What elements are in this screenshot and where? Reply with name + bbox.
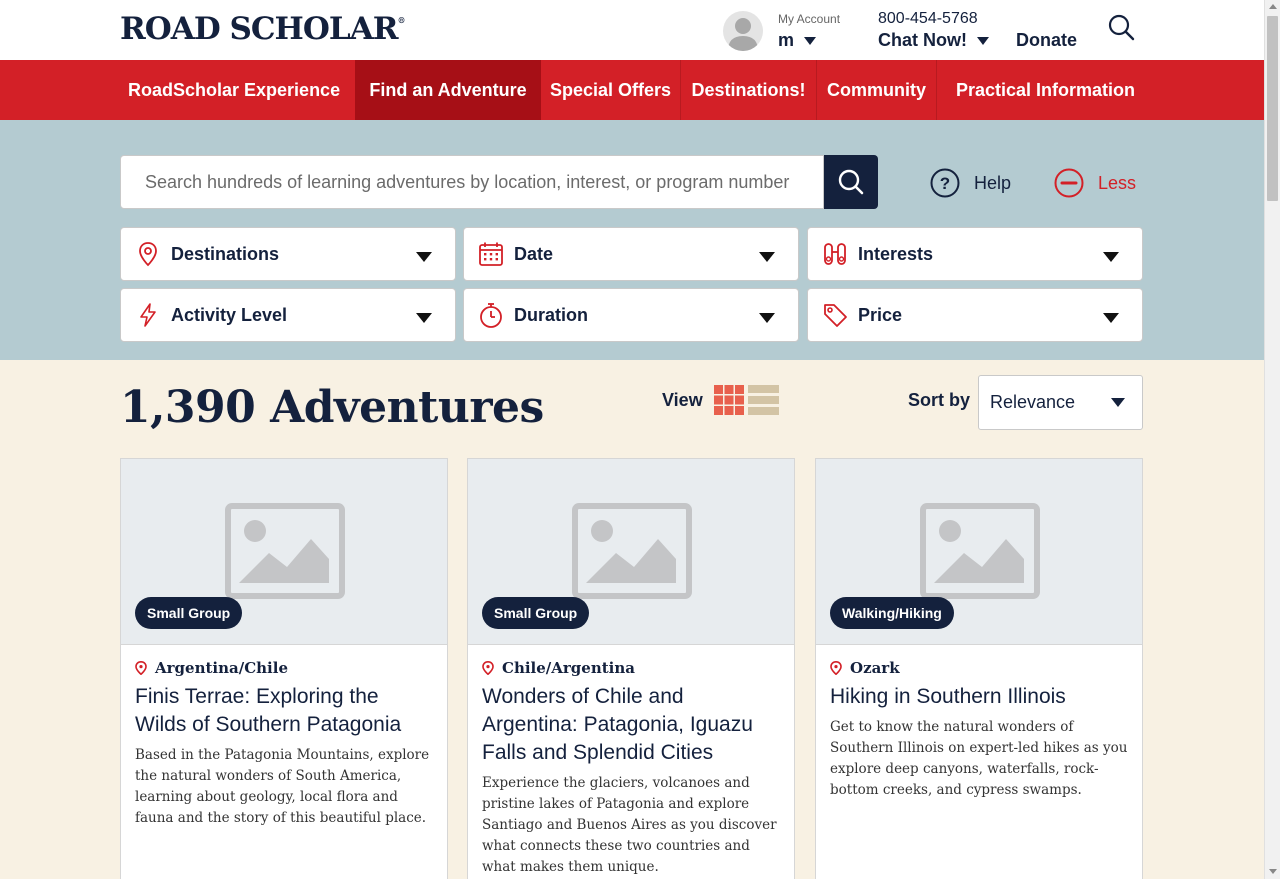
- card-title[interactable]: Hiking in Southern Illinois: [830, 683, 1130, 711]
- binoculars-icon: [824, 243, 846, 265]
- card-location: Ozark: [830, 659, 900, 677]
- my-account-label: My Account: [778, 12, 841, 26]
- calendar-icon: [479, 242, 503, 266]
- search-button[interactable]: [824, 155, 878, 209]
- card-title[interactable]: Finis Terrae: Exploring the Wilds of Sou…: [135, 683, 435, 739]
- card-location-text: Argentina/Chile: [155, 659, 288, 677]
- chevron-down-icon: [416, 313, 432, 323]
- card-image-placeholder: Walking/Hiking: [816, 459, 1142, 645]
- user-silhouette-icon: [728, 18, 758, 51]
- card-description: Based in the Patagonia Mountains, explor…: [135, 747, 430, 826]
- search-icon[interactable]: [1107, 13, 1135, 41]
- nav-practical-information[interactable]: Practical Information: [937, 60, 1154, 120]
- scrollbar-thumb[interactable]: [1267, 16, 1278, 201]
- filter-label: Price: [858, 304, 903, 325]
- filter-label: Duration: [514, 304, 588, 325]
- filter-label: Destinations: [171, 243, 280, 264]
- image-placeholder-icon: [920, 503, 1040, 599]
- search-box: [120, 155, 824, 209]
- chevron-down-icon: [1103, 313, 1119, 323]
- main-nav: RoadScholar Experience Find an Adventure…: [0, 60, 1264, 120]
- price-tag-icon: [824, 304, 847, 327]
- account-username: m: [778, 30, 795, 50]
- chevron-down-icon: [804, 37, 817, 46]
- chevron-down-icon: [1111, 398, 1125, 407]
- scroll-down-arrow-icon[interactable]: [1269, 869, 1277, 874]
- card-location-text: Chile/Argentina: [502, 659, 635, 677]
- filter-interests[interactable]: Interests: [807, 227, 1143, 281]
- sort-select[interactable]: Relevance: [978, 375, 1143, 430]
- chevron-down-icon: [1103, 252, 1119, 262]
- nav-destinations[interactable]: Destinations!: [681, 60, 816, 120]
- nav-community[interactable]: Community: [817, 60, 936, 120]
- nav-roadscholar-experience[interactable]: RoadScholar Experience: [120, 60, 355, 120]
- filter-duration[interactable]: Duration: [463, 288, 799, 342]
- sort-by-label: Sort by: [908, 390, 971, 410]
- chevron-down-icon: [759, 313, 775, 323]
- card-location-text: Ozark: [850, 659, 900, 677]
- search-panel: ? Help Less Destinations Date: [0, 120, 1264, 360]
- image-placeholder-icon: [572, 503, 692, 599]
- account-menu[interactable]: m: [778, 30, 817, 51]
- help-button[interactable]: ? Help: [930, 168, 1011, 198]
- search-input[interactable]: [121, 156, 823, 208]
- phone-number[interactable]: 800-454-5768: [878, 10, 978, 28]
- card-badge: Small Group: [135, 597, 243, 629]
- road-scholar-logo[interactable]: ROAD SCHOLAR®: [120, 11, 405, 47]
- scroll-up-arrow-icon[interactable]: [1269, 4, 1277, 9]
- card-badge: Small Group: [482, 597, 590, 629]
- filter-label: Date: [514, 243, 554, 264]
- adventure-card[interactable]: Small Group Chile/Argentina Wonders of C…: [467, 458, 795, 879]
- search-icon: [838, 169, 864, 195]
- donate-link[interactable]: Donate: [1016, 30, 1077, 51]
- nav-special-offers[interactable]: Special Offers: [541, 60, 680, 120]
- less-filters-button[interactable]: Less: [1054, 168, 1136, 198]
- chevron-down-icon: [759, 252, 775, 262]
- adventure-card[interactable]: Walking/Hiking Ozark Hiking in Southern …: [815, 458, 1143, 879]
- svg-text:?: ?: [940, 174, 950, 193]
- logo-text: ROAD SCHOLAR: [120, 11, 398, 47]
- card-location: Argentina/Chile: [135, 659, 288, 677]
- stopwatch-icon: [480, 303, 502, 328]
- filter-destinations[interactable]: Destinations: [120, 227, 456, 281]
- chevron-down-icon: [416, 252, 432, 262]
- logo-mark: ®: [397, 15, 405, 25]
- card-description: Experience the glaciers, volcanoes and p…: [482, 775, 777, 875]
- adventure-card[interactable]: Small Group Argentina/Chile Finis Terrae…: [120, 458, 448, 879]
- card-badge: Walking/Hiking: [830, 597, 954, 629]
- results-count: 1,390 Adventures: [120, 382, 544, 433]
- nav-find-an-adventure[interactable]: Find an Adventure: [355, 60, 541, 120]
- card-location: Chile/Argentina: [482, 659, 635, 677]
- help-label: Help: [974, 172, 1012, 193]
- filter-label: Activity Level: [171, 304, 288, 325]
- location-pin-icon: [139, 242, 157, 267]
- card-description: Get to know the natural wonders of South…: [830, 719, 1128, 798]
- location-pin-icon: [830, 661, 842, 675]
- lightning-icon: [140, 303, 156, 327]
- card-title[interactable]: Wonders of Chile and Argentina: Patagoni…: [482, 683, 782, 767]
- filter-date[interactable]: Date: [463, 227, 799, 281]
- chevron-down-icon: [977, 37, 989, 46]
- minus-circle-icon: [1054, 168, 1084, 198]
- avatar[interactable]: [723, 11, 763, 51]
- list-view-icon[interactable]: [748, 385, 779, 415]
- filter-activity-level[interactable]: Activity Level: [120, 288, 456, 342]
- question-circle-icon: ?: [930, 168, 960, 198]
- page-scrollbar[interactable]: [1264, 0, 1280, 879]
- filter-label: Interests: [858, 243, 934, 264]
- chat-now-menu[interactable]: Chat Now!: [878, 30, 989, 51]
- chat-now-label: Chat Now!: [878, 30, 967, 50]
- card-image-placeholder: Small Group: [468, 459, 794, 645]
- less-label: Less: [1098, 172, 1137, 193]
- image-placeholder-icon: [225, 503, 345, 599]
- location-pin-icon: [135, 661, 147, 675]
- location-pin-icon: [482, 661, 494, 675]
- filter-price[interactable]: Price: [807, 288, 1143, 342]
- card-image-placeholder: Small Group: [121, 459, 447, 645]
- sort-value: Relevance: [990, 392, 1076, 412]
- grid-view-icon[interactable]: [714, 385, 744, 415]
- view-label: View: [662, 390, 703, 410]
- site-header: ROAD SCHOLAR® My Account m 800-454-5768 …: [0, 0, 1264, 60]
